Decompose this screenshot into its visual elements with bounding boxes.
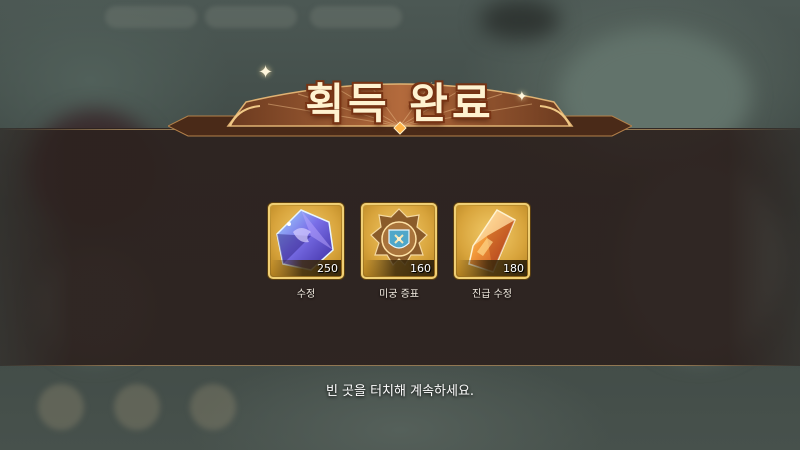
sparkle-icon: ✦ (258, 62, 274, 83)
hud-resource-bar (310, 6, 402, 28)
reward-item-promotion-crystal[interactable]: 180 진급 수정 (454, 203, 530, 300)
sparkle-icon: ✦ (516, 89, 528, 105)
banner-title: 획득 완료 (305, 79, 495, 128)
continue-hint: 빈 곳을 터치해 계속하세요. (325, 384, 475, 399)
hud-resource-bar (105, 6, 197, 28)
reward-item-labyrinth-emblem[interactable]: 160 미궁 증표 (361, 203, 437, 300)
reward-item-crystal[interactable]: 250 수정 (268, 203, 344, 300)
reward-count: 250 (317, 262, 338, 275)
panel-bottom-border (0, 365, 800, 366)
reward-name: 진급 수정 (472, 289, 512, 300)
reward-item-frame: 250 (268, 203, 344, 279)
reward-count: 180 (503, 262, 524, 275)
reward-item-frame: 180 (454, 203, 530, 279)
reward-name: 수정 (296, 289, 316, 300)
reward-item-frame: 160 (361, 203, 437, 279)
reward-count: 160 (410, 262, 431, 275)
hud-resource-bar (205, 6, 297, 28)
reward-name: 미궁 증표 (379, 289, 419, 300)
title-banner: 획득 완료 ✦ ✦ (168, 60, 632, 140)
